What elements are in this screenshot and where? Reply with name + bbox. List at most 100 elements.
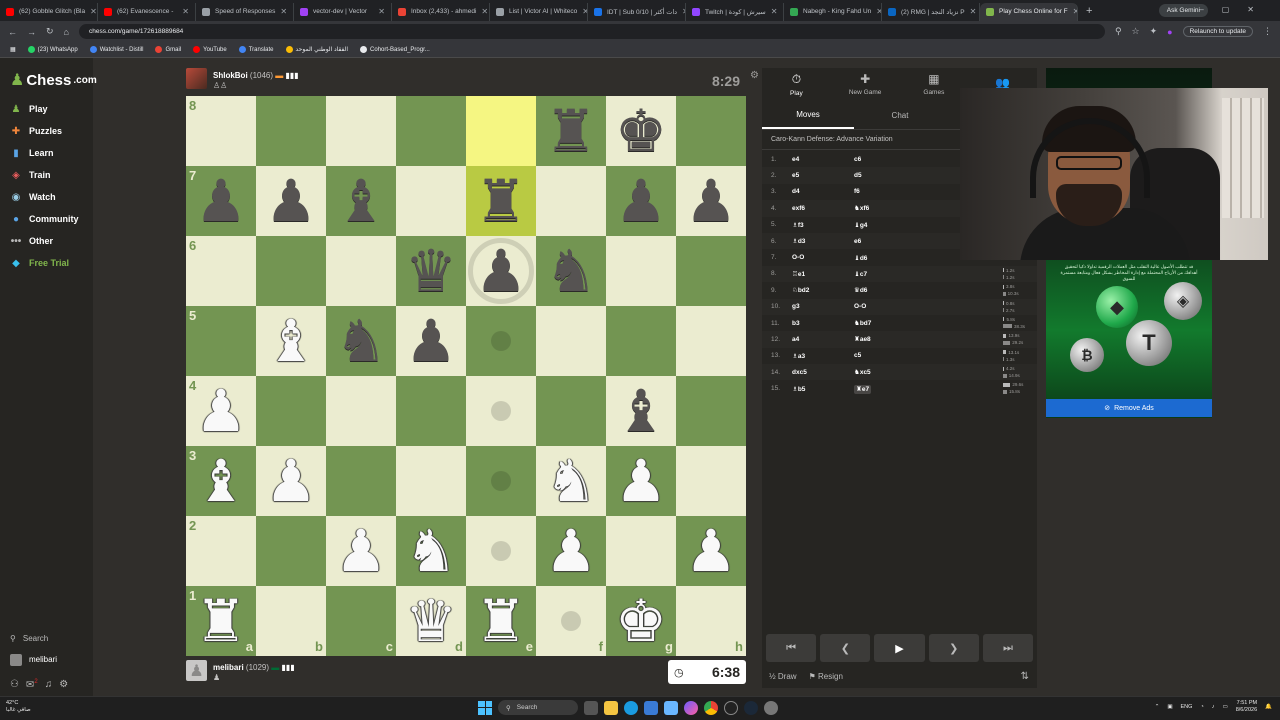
last-move-button[interactable]: ⏭ — [982, 634, 1034, 662]
white-pawn-icon[interactable]: ♟ — [545, 522, 597, 580]
tab-chat[interactable]: Chat — [854, 102, 946, 129]
settings-app-icon[interactable] — [764, 700, 778, 715]
chess-board[interactable]: 8 ♜ ♚ ♟ 7 ♟ ♝ ♜ ♟ ♟ 6 ♛ ♟ ♞ 5 ♝ ♞ ♟ ♟ 4 ♝ ♝ 3 ♟ ♞ ♟ 2 ♟ ♞ ♟ ♟ ♜ 1 a b c ♛ d ♜ e… — [186, 96, 746, 656]
relaunch-button[interactable]: Relaunch to update — [1182, 26, 1253, 37]
square-c7[interactable]: ♝ — [326, 166, 396, 236]
copilot-icon[interactable] — [684, 700, 698, 715]
black-move[interactable]: c6 — [854, 156, 916, 163]
move-hint-dot[interactable] — [491, 331, 511, 351]
square-e6[interactable]: ♟ — [466, 236, 536, 306]
tab-close-icon[interactable]: ✕ — [481, 7, 488, 16]
square-c4[interactable] — [326, 376, 396, 446]
panel-tab[interactable]: ✚ New Game — [831, 68, 900, 100]
black-move[interactable]: ♞xf6 — [854, 204, 916, 212]
white-pawn-icon[interactable]: ♟ — [335, 522, 387, 580]
battery-icon[interactable]: ▭ — [1223, 704, 1228, 710]
square-a7[interactable]: ♟ 7 — [186, 166, 256, 236]
white-move[interactable]: e4 — [792, 156, 854, 163]
square-c6[interactable] — [326, 236, 396, 306]
square-g5[interactable] — [606, 306, 676, 376]
black-pawn-icon[interactable]: ♟ — [265, 172, 317, 230]
square-g1[interactable]: ♚ g — [606, 586, 676, 656]
volume-icon[interactable]: ♪ — [1212, 704, 1215, 710]
board-settings-icon[interactable]: ⚙ — [750, 70, 759, 81]
white-move[interactable]: ♘bd2 — [792, 286, 854, 294]
top-player-avatar[interactable] — [186, 68, 207, 89]
black-move[interactable]: ♝c7 — [854, 270, 916, 278]
draw-button[interactable]: ½ Draw — [769, 672, 797, 681]
chess-logo[interactable]: ♟ Chess .com — [10, 70, 97, 90]
square-g7[interactable]: ♟ — [606, 166, 676, 236]
square-f4[interactable] — [536, 376, 606, 446]
square-d5[interactable]: ♟ — [396, 306, 466, 376]
black-rook-icon[interactable]: ♜ — [475, 172, 527, 230]
sidebar-search[interactable]: ⚲ Search — [10, 628, 68, 649]
square-g6[interactable] — [606, 236, 676, 306]
black-move[interactable]: O-O — [854, 303, 916, 310]
square-g8[interactable]: ♚ — [606, 96, 676, 166]
square-g3[interactable]: ♟ — [606, 446, 676, 516]
store-icon[interactable] — [644, 700, 658, 715]
bookmark-item[interactable]: Gmail — [155, 46, 181, 53]
panel-tab[interactable]: ▦ Games — [900, 68, 969, 100]
system-clock[interactable]: 7:51 PM 8/6/2026 — [1236, 700, 1257, 714]
white-move[interactable]: a4 — [792, 336, 854, 343]
black-pawn-icon[interactable]: ♟ — [405, 312, 457, 370]
white-move[interactable]: ♗a3 — [792, 352, 854, 360]
play-button[interactable]: ▶ — [874, 634, 925, 662]
menu-icon[interactable]: ⋮ — [1263, 26, 1272, 37]
white-move[interactable]: g3 — [792, 303, 854, 310]
black-move[interactable]: ♞bd7 — [854, 319, 916, 327]
square-f6[interactable]: ♞ — [536, 236, 606, 306]
white-move[interactable]: ♖e1 — [792, 270, 854, 278]
black-move[interactable]: f6 — [854, 188, 916, 195]
tab-close-icon[interactable]: ✕ — [280, 7, 287, 16]
bottom-player-name[interactable]: melibari — [213, 663, 244, 672]
white-bishop-icon[interactable]: ♝ — [265, 312, 317, 370]
black-bishop-icon[interactable]: ♝ — [615, 382, 667, 440]
square-b2[interactable] — [256, 516, 326, 586]
panel-tab[interactable]: ⏱ Play — [762, 68, 831, 100]
white-bishop-icon[interactable]: ♝ — [195, 452, 247, 510]
bookmark-item[interactable]: Watchlist - Distill — [89, 46, 143, 53]
square-h8[interactable] — [676, 96, 746, 166]
tab-moves[interactable]: Moves — [762, 102, 854, 129]
square-a8[interactable]: 8 — [186, 96, 256, 166]
white-move[interactable]: ♗f3 — [792, 221, 854, 229]
white-pawn-icon[interactable]: ♟ — [195, 382, 247, 440]
black-bishop-icon[interactable]: ♝ — [335, 172, 387, 230]
browser-tab[interactable]: List | Victor AI | Whiteco✕ — [490, 2, 588, 21]
zoom-icon[interactable]: ⚲ — [1115, 26, 1122, 37]
white-move[interactable]: O-O — [792, 254, 854, 261]
capture-hint-ring[interactable] — [468, 238, 534, 304]
square-b1[interactable]: b — [256, 586, 326, 656]
square-d6[interactable]: ♛ — [396, 236, 466, 306]
square-f3[interactable]: ♞ — [536, 446, 606, 516]
black-knight-icon[interactable]: ♞ — [335, 312, 387, 370]
square-h5[interactable] — [676, 306, 746, 376]
browser-tab[interactable]: Twitch | سيرش | كودة ✕ — [686, 2, 784, 21]
square-e3[interactable] — [466, 446, 536, 516]
square-a2[interactable]: 2 — [186, 516, 256, 586]
bookmark-item[interactable]: YouTube — [193, 46, 227, 53]
white-pawn-icon[interactable]: ♟ — [265, 452, 317, 510]
taskview-icon[interactable] — [584, 700, 598, 715]
top-player-name[interactable]: ShlokBoi — [213, 71, 248, 80]
square-b8[interactable] — [256, 96, 326, 166]
black-move[interactable]: ♝g4 — [854, 221, 916, 229]
black-move[interactable]: ♞xc5 — [854, 368, 916, 376]
next-move-button[interactable]: ❯ — [928, 634, 979, 662]
bookmark-item[interactable]: Cohort-Based_Progr... — [360, 46, 430, 53]
back-icon[interactable]: ← — [8, 27, 17, 37]
white-move[interactable]: ♗d3 — [792, 237, 854, 245]
square-h6[interactable] — [676, 236, 746, 306]
white-move[interactable]: e5 — [792, 172, 854, 179]
black-move[interactable]: e6 — [854, 238, 916, 245]
profile-avatar[interactable]: ● — [1167, 27, 1172, 37]
weather-widget[interactable]: 42°C صافي غالبا — [6, 700, 31, 714]
square-e8[interactable] — [466, 96, 536, 166]
white-move[interactable]: ♗b5 — [792, 385, 854, 393]
windows-start-icon[interactable] — [478, 700, 492, 715]
square-h1[interactable]: h — [676, 586, 746, 656]
nav-item-play[interactable]: ♟ Play — [10, 98, 79, 120]
